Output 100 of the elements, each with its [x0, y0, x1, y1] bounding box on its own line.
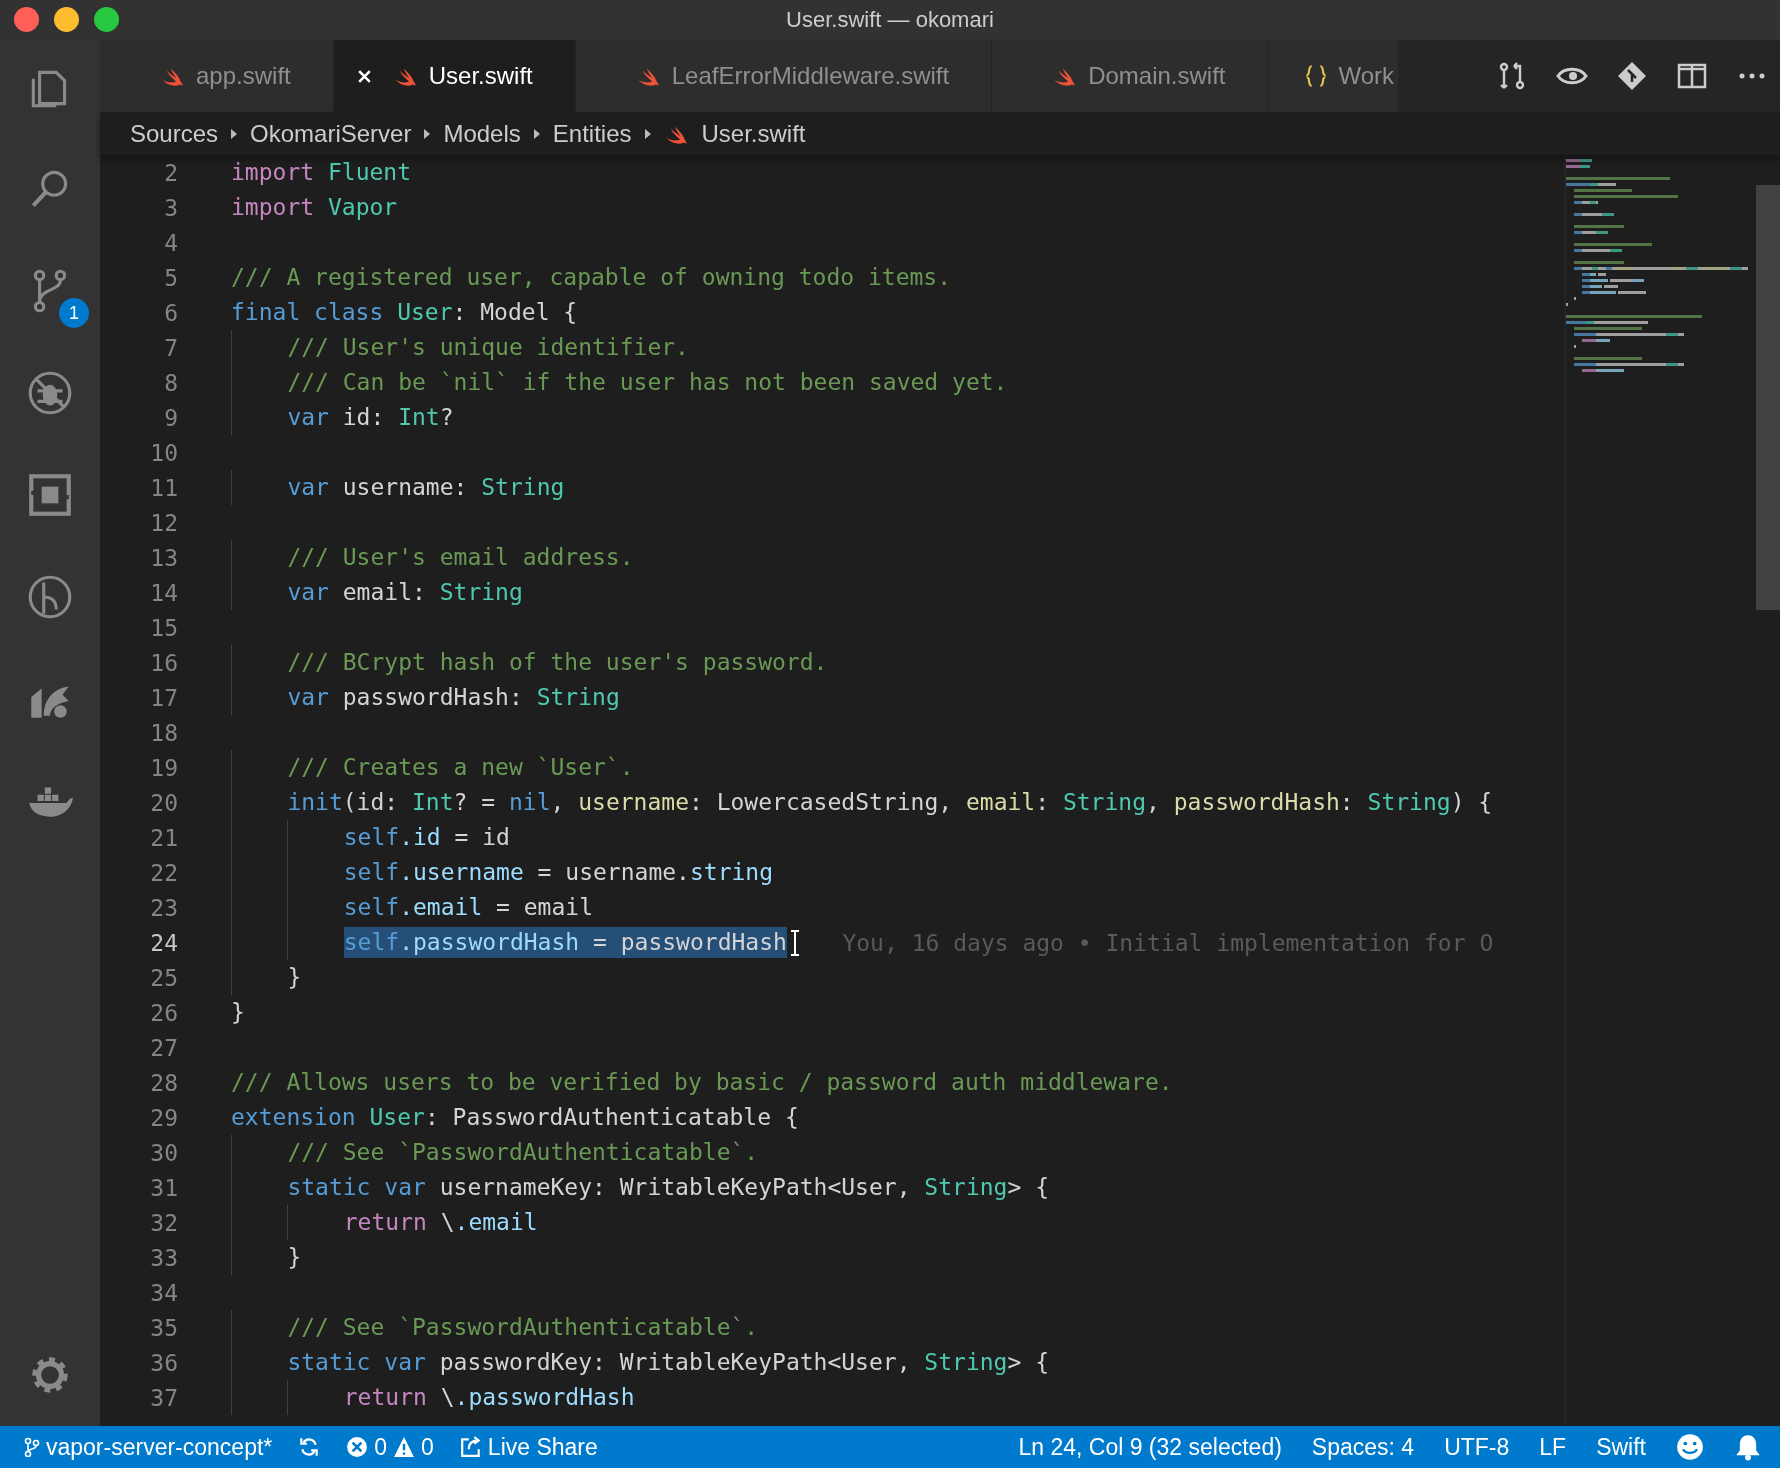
notification-badge: 1: [59, 298, 89, 328]
code-line: return \.passwordHash: [343, 1383, 635, 1412]
line-number: 8: [163, 369, 178, 396]
code-line: import Fluent: [231, 158, 412, 187]
warning-icon: [393, 1436, 416, 1458]
error-count: 0: [374, 1433, 388, 1461]
language-status[interactable]: Swift: [1596, 1433, 1646, 1461]
blame-annotation: You, 16 days ago • Initial implementation for O: [842, 929, 1494, 956]
close-window-button[interactable]: [14, 7, 39, 32]
code-line: }: [231, 998, 245, 1027]
line-number: 25: [149, 964, 178, 991]
code-line: /// See `PasswordAuthenticatable`.: [287, 1313, 759, 1342]
line-number: 13: [149, 544, 178, 571]
line-number: 17: [149, 684, 178, 711]
line-number: 23: [149, 894, 178, 921]
editor-tab[interactable]: Work: [1268, 40, 1400, 112]
branch-icon: [24, 1437, 40, 1457]
line-number: 32: [149, 1209, 178, 1236]
breadcrumb-item[interactable]: Entities: [552, 119, 632, 148]
line-number: 16: [149, 649, 178, 676]
line-number: 24: [149, 929, 178, 956]
line-number: 34: [149, 1279, 178, 1306]
live-share-label: Live Share: [487, 1433, 598, 1461]
line-number: 33: [149, 1244, 178, 1271]
line-number: 27: [149, 1034, 178, 1061]
line-number: 4: [163, 229, 178, 256]
code-line: /// See `PasswordAuthenticatable`.: [287, 1138, 759, 1167]
line-number: 9: [163, 404, 178, 431]
code-line: extension User: PasswordAuthenticatable {: [231, 1103, 799, 1132]
line-number: 22: [149, 859, 178, 886]
code-line: /// User's unique identifier.: [287, 333, 689, 362]
code-line: /// Allows users to be verified by basic / password auth middleware.: [231, 1068, 1173, 1097]
line-number: 26: [149, 999, 178, 1026]
editor-tab[interactable]: Domain.swift: [992, 40, 1269, 112]
text-cursor-icon: [788, 928, 801, 957]
code-line: static var passwordKey: WritableKeyPath<User, String> {: [287, 1348, 1049, 1377]
line-number: 30: [149, 1139, 178, 1166]
breadcrumb-item[interactable]: Models: [443, 119, 521, 148]
code-line: /// Can be `nil` if the user has not been saved yet.: [287, 368, 1008, 397]
share-arrow-icon: [459, 1436, 482, 1458]
breadcrumb-item[interactable]: User.swift: [701, 119, 806, 148]
chevron-icon: [643, 127, 652, 140]
line-number: 37: [149, 1384, 178, 1411]
code-line: return \.email: [343, 1208, 538, 1237]
bell-icon[interactable]: [1734, 1433, 1762, 1461]
code-line: final class User: Model {: [231, 298, 578, 327]
code-line: self.email = email: [343, 893, 593, 922]
code-line: init(id: Int? = nil, username: LowercasedString, email: String, passwordHash: String) {: [287, 788, 1493, 817]
chevron-icon: [423, 127, 432, 140]
cursor-position[interactable]: Ln 24, Col 9 (32 selected): [1018, 1433, 1282, 1461]
line-number: 36: [149, 1349, 178, 1376]
line-number: 3: [163, 194, 178, 221]
line-number: 29: [149, 1104, 178, 1131]
code-line: var email: String: [287, 578, 523, 607]
code-line: /// A registered user, capable of owning todo items.: [231, 263, 952, 292]
line-number: 5: [163, 264, 178, 291]
git-diamond-icon[interactable]: [1616, 60, 1648, 92]
chevron-icon: [532, 127, 541, 140]
code-line: }: [287, 1243, 302, 1272]
code-line: /// Creates a new `User`.: [287, 753, 634, 782]
line-number: 18: [149, 719, 178, 746]
code-line: self.id = id: [343, 823, 510, 852]
breadcrumb-item[interactable]: Sources: [130, 119, 219, 148]
indentation-status[interactable]: Spaces: 4: [1311, 1433, 1415, 1461]
line-number: 21: [149, 824, 178, 851]
editor-tab[interactable]: LeafErrorMiddleware.swift: [575, 40, 993, 112]
code-line: var passwordHash: String: [287, 683, 620, 712]
warning-count: 0: [421, 1433, 434, 1461]
editor-tab[interactable]: User.swift: [333, 40, 576, 112]
code-line: import Vapor: [231, 193, 398, 222]
line-number: 31: [149, 1174, 178, 1201]
line-number: 6: [163, 299, 178, 326]
line-ending-status[interactable]: LF: [1539, 1433, 1567, 1461]
line-number: 15: [149, 614, 178, 641]
code-line: /// User's email address.: [287, 543, 634, 572]
editor-tab[interactable]: app.swift: [100, 40, 334, 112]
line-number: 2: [163, 159, 178, 186]
sync-icon[interactable]: [298, 1436, 321, 1458]
line-number: 10: [149, 439, 178, 466]
error-icon: [346, 1436, 369, 1458]
code-line: /// BCrypt hash of the user's password.: [287, 648, 828, 677]
code-line: }: [287, 963, 302, 992]
problems-status[interactable]: 0 0: [346, 1433, 434, 1461]
zoom-window-button[interactable]: [94, 7, 119, 32]
minimize-window-button[interactable]: [54, 7, 79, 32]
line-number: 11: [149, 474, 178, 501]
code-line: static var usernameKey: WritableKeyPath<User, String> {: [287, 1173, 1049, 1202]
code-line: var username: String: [287, 473, 565, 502]
code-line: var id: Int?: [287, 403, 454, 432]
scrollbar-thumb[interactable]: [1756, 185, 1780, 610]
live-share-status[interactable]: Live Share: [459, 1433, 598, 1461]
line-number: 35: [149, 1314, 178, 1341]
window-title: User.swift — okomari: [786, 7, 994, 33]
smiley-icon[interactable]: [1676, 1433, 1704, 1461]
breadcrumb-item[interactable]: OkomariServer: [250, 119, 412, 148]
chevron-icon: [230, 127, 239, 140]
line-number: 14: [149, 579, 178, 606]
line-number: 19: [149, 754, 178, 781]
line-number: 28: [149, 1069, 178, 1096]
encoding-status[interactable]: UTF-8: [1444, 1433, 1510, 1461]
